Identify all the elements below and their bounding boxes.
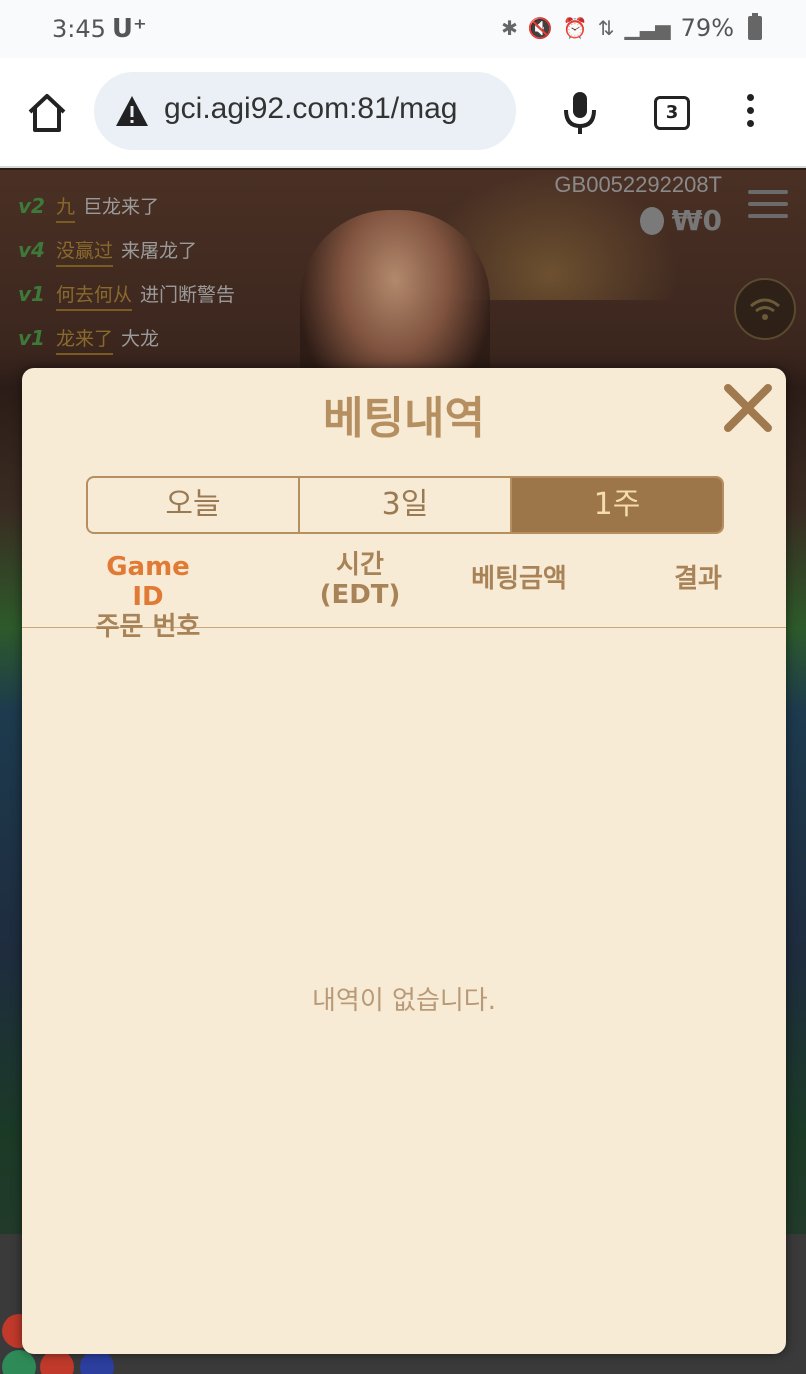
status-time: 3:45 U⁺ (52, 14, 147, 44)
status-icons: ✱ 🔇 ⏰ ⇅ ▁▃▅ 79% (501, 13, 762, 42)
bluetooth-icon: ✱ (501, 16, 518, 40)
menu-line-icon (748, 190, 788, 194)
close-icon (724, 384, 772, 432)
menu-line-icon (748, 202, 788, 206)
table-header: Game ID 주문 번호 시간 (EDT) 베팅금액 결과 (22, 544, 786, 642)
tab-3-days[interactable]: 3일 (298, 478, 510, 532)
time-heading: 시간 (336, 550, 384, 580)
carrier-label: U⁺ (111, 14, 147, 44)
chat-username: 龙来了 (56, 324, 114, 355)
home-icon (28, 94, 66, 132)
empty-state-message: 내역이 없습니다. (312, 986, 496, 1016)
close-button[interactable] (720, 380, 776, 436)
wifi-icon (750, 298, 780, 320)
header-time: 시간 (EDT) (310, 550, 410, 610)
chat-text: 巨龙来了 (83, 196, 160, 218)
chat-text: 进门断警告 (140, 284, 236, 306)
chat-message: v4 没赢过 来屠龙了 (18, 236, 235, 280)
chat-message: v2 九 巨龙来了 (18, 192, 235, 236)
user-level: v1 (18, 282, 45, 306)
menu-line-icon (748, 214, 788, 218)
alarm-icon: ⏰ (562, 16, 588, 40)
chat-text: 大龙 (121, 328, 160, 350)
chat-username: 何去何从 (56, 280, 133, 311)
period-selector: 오늘 3일 1주 (86, 476, 724, 534)
browser-toolbar: gci.agi92.com:81/mag 3 (0, 58, 806, 168)
signal-icon: ▁▃▅ (624, 16, 671, 40)
url-text: gci.agi92.com:81/mag (164, 92, 458, 125)
user-level: v4 (18, 238, 45, 262)
dot-icon (746, 107, 754, 114)
tab-switcher-button[interactable]: 3 (654, 96, 690, 130)
clock-text: 3:45 (52, 15, 106, 43)
game-menu-button[interactable] (748, 190, 788, 220)
chat-text: 来屠龙了 (121, 240, 198, 262)
microphone-icon (564, 92, 596, 134)
overflow-menu-button[interactable] (738, 94, 762, 134)
home-button[interactable] (22, 88, 72, 138)
chat-message: v1 何去何从 进门断警告 (18, 280, 235, 324)
battery-icon (748, 13, 762, 40)
balance-value: ₩0 (671, 204, 722, 237)
coin-icon (639, 206, 664, 235)
connection-button[interactable] (734, 278, 796, 340)
header-game-id: Game ID 주문 번호 (88, 552, 208, 642)
header-result: 결과 (674, 564, 722, 594)
modal-title: 베팅내역 (323, 393, 485, 444)
battery-percent: 79% (680, 14, 734, 42)
game-id-heading: Game ID (106, 552, 190, 612)
user-level: v1 (18, 326, 45, 350)
mute-icon: 🔇 (527, 16, 553, 40)
dot-icon (746, 94, 754, 101)
balance-display: ₩0 (639, 204, 722, 237)
voice-search-button[interactable] (560, 88, 600, 138)
user-level: v2 (18, 194, 45, 218)
timezone-heading: (EDT) (319, 580, 401, 610)
chat-username: 没赢过 (56, 236, 114, 267)
order-number-heading: 주문 번호 (95, 612, 201, 642)
betting-history-modal: 베팅내역 오늘 3일 1주 Game ID 주문 번호 시간 (EDT) 베팅금… (22, 368, 786, 1354)
warning-icon (116, 96, 148, 126)
lte-icon: ⇅ (597, 16, 615, 40)
status-bar: 3:45 U⁺ ✱ 🔇 ⏰ ⇅ ▁▃▅ 79% (0, 0, 806, 58)
tab-today[interactable]: 오늘 (88, 478, 298, 532)
dot-icon (746, 120, 754, 127)
tab-1-week[interactable]: 1주 (510, 478, 722, 532)
header-bet-amount: 베팅금액 (471, 564, 567, 594)
chat-message: v1 龙来了 大龙 (18, 324, 235, 368)
game-id-label: GB0052292208T (554, 172, 722, 197)
chat-username: 九 (56, 192, 76, 223)
address-bar[interactable]: gci.agi92.com:81/mag (94, 72, 516, 150)
chat-list: v2 九 巨龙来了 v4 没赢过 来屠龙了 v1 何去何从 进门断警告 v1 龙… (18, 192, 235, 368)
